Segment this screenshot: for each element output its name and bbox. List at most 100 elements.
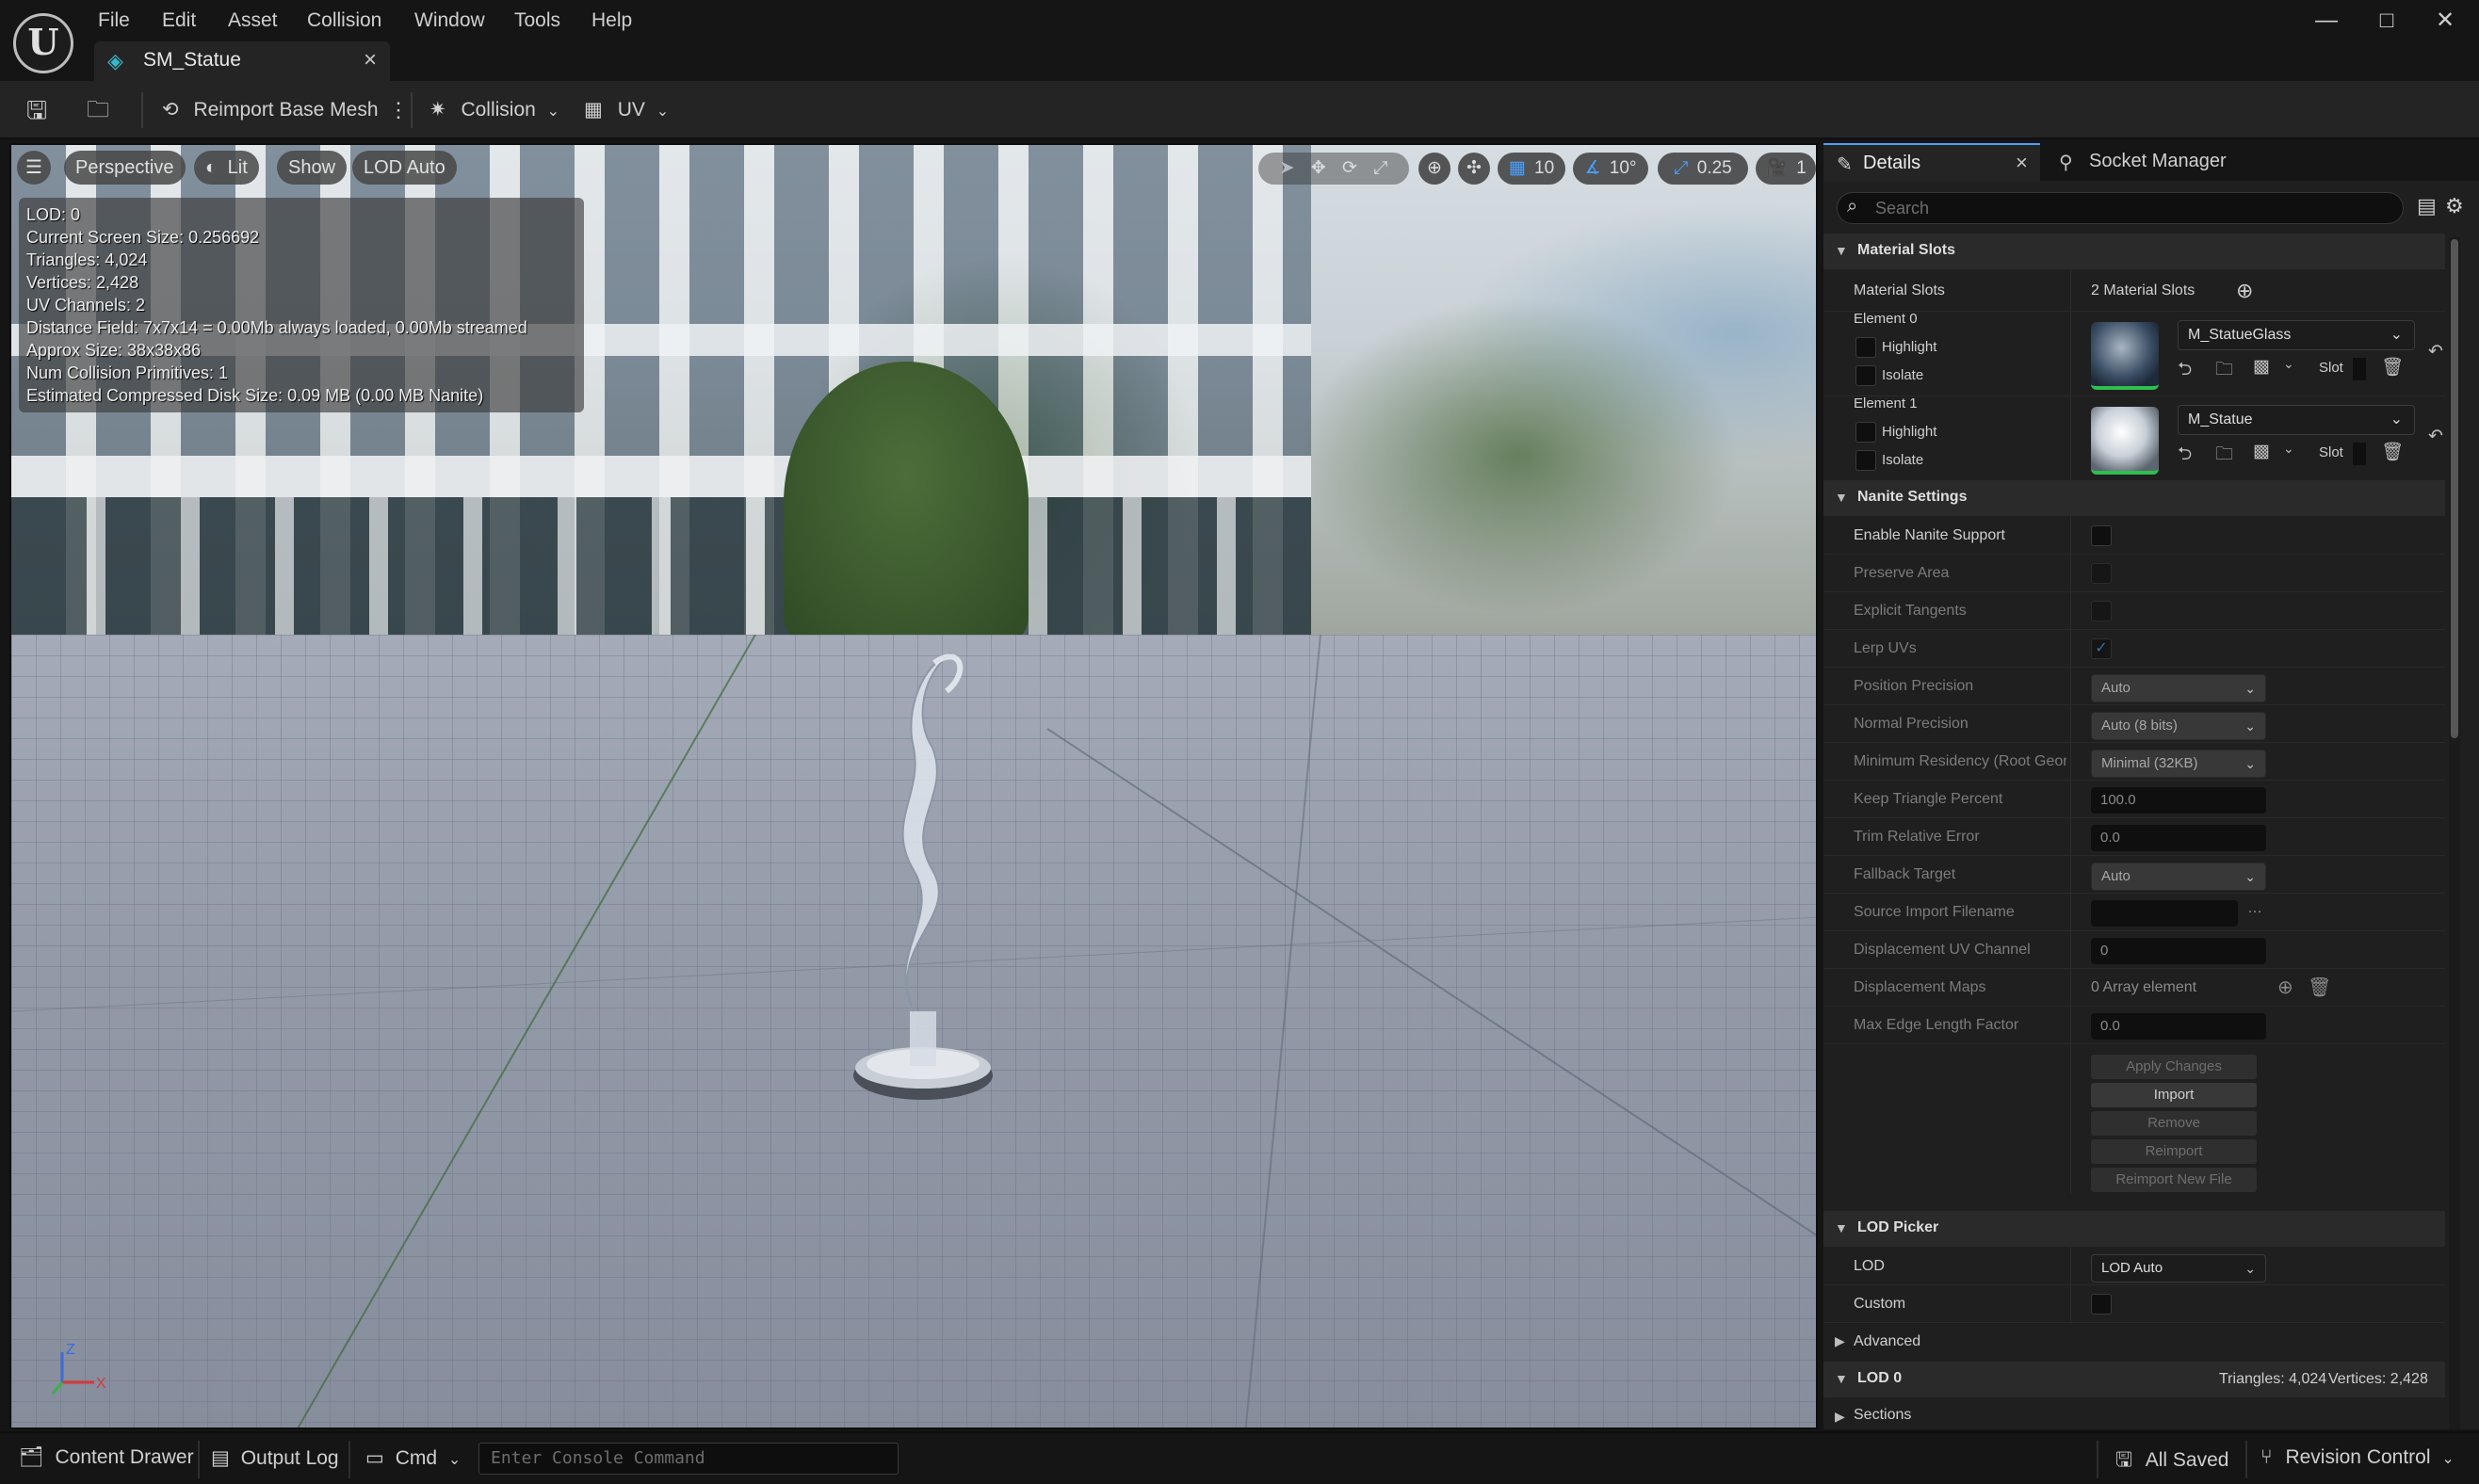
scale-snap-toggle[interactable]: ⤢ 0.25 xyxy=(1658,153,1748,185)
content-drawer-button[interactable]: 🗂 Content Drawer xyxy=(19,1446,194,1469)
menu-edit[interactable]: Edit xyxy=(162,6,196,36)
normal-precision-dropdown[interactable]: Auto (8 bits) ⌄ xyxy=(2091,712,2266,740)
material-thumbnail[interactable] xyxy=(2091,322,2159,390)
unreal-logo-icon[interactable]: U xyxy=(13,13,73,73)
enable-nanite-checkbox[interactable] xyxy=(2091,525,2112,546)
rotation-snap-toggle[interactable]: ∡ 10° xyxy=(1573,153,1648,185)
browse-file-icon[interactable]: … xyxy=(2247,900,2262,917)
category-nanite-settings[interactable]: ▼ Nanite Settings xyxy=(1823,480,2445,516)
expand-arrow-icon[interactable]: ▶ xyxy=(1835,1333,1845,1349)
fallback-target-dropdown[interactable]: Auto ⌄ xyxy=(2091,863,2266,891)
chevron-down-icon[interactable]: ⌄ xyxy=(2283,356,2294,372)
position-precision-dropdown[interactable]: Auto ⌄ xyxy=(2091,674,2266,702)
details-search-input[interactable]: ⌕ Search xyxy=(1837,192,2404,224)
category-lod-picker[interactable]: ▼ LOD Picker xyxy=(1823,1211,2445,1247)
delete-slot-icon[interactable]: 🗑 xyxy=(2381,441,2404,463)
close-window-button[interactable]: ✕ xyxy=(2417,4,2473,38)
world-local-icon[interactable]: ⊕ xyxy=(1418,153,1450,185)
grid-snap-toggle[interactable]: ▦ 10 xyxy=(1498,153,1565,185)
reset-icon[interactable]: ↶ xyxy=(2428,341,2443,363)
save-icon[interactable]: 🖫 xyxy=(26,94,47,126)
show-button[interactable]: Show xyxy=(277,151,348,185)
collision-dropdown[interactable]: ✷ Collision ⌄ xyxy=(429,94,559,126)
material-thumbnail[interactable] xyxy=(2091,407,2159,475)
perspective-button[interactable]: Perspective xyxy=(64,151,186,185)
menu-tools[interactable]: Tools xyxy=(514,6,560,36)
tab-socket-manager[interactable]: ⚲ Socket Manager xyxy=(2059,143,2266,181)
reimport-new-file-button[interactable]: Reimport New File xyxy=(2091,1168,2257,1192)
material-picker[interactable]: M_StatueGlass ⌄ xyxy=(2178,320,2415,350)
lit-button[interactable]: ◐ Lit xyxy=(194,151,259,185)
cmd-dropdown[interactable]: ▭ Cmd ⌄ xyxy=(365,1446,461,1470)
uv-dropdown[interactable]: ▦ UV ⌄ xyxy=(584,94,669,126)
viewport[interactable]: ☰ Perspective ◐ Lit Show LOD Auto ➤ ✥ ⟳ … xyxy=(9,143,1818,1429)
tab-details[interactable]: ✎ Details × xyxy=(1823,143,2040,181)
surface-snap-icon[interactable]: ✣ xyxy=(1458,153,1490,185)
category-lod-0[interactable]: ▼ LOD 0 Triangles: 4,024 Vertices: 2,428 xyxy=(1823,1362,2445,1397)
slot-name-field[interactable] xyxy=(2353,358,2366,380)
delete-slot-icon[interactable]: 🗑 xyxy=(2381,356,2404,379)
trim-relative-error-field[interactable]: 0.0 xyxy=(2091,825,2266,851)
minimum-residency-dropdown[interactable]: Minimal (32KB) ⌄ xyxy=(2091,750,2266,778)
menu-window[interactable]: Window xyxy=(414,6,485,36)
material-options-icon[interactable]: ▩ xyxy=(2253,356,2270,378)
lerp-uvs-checkbox[interactable]: ✓ xyxy=(2091,638,2112,659)
source-import-filename-field[interactable] xyxy=(2091,900,2238,927)
more-options-icon[interactable]: ⋮ xyxy=(388,94,409,126)
highlight-checkbox[interactable] xyxy=(1855,422,1876,443)
displacement-uv-channel-field[interactable]: 0 xyxy=(2091,938,2266,964)
browse-asset-icon[interactable]: 🗀 xyxy=(87,94,109,126)
details-tab-close-icon[interactable]: × xyxy=(2016,151,2028,175)
max-edge-length-factor-field[interactable]: 0.0 xyxy=(2091,1013,2266,1040)
preserve-area-checkbox[interactable] xyxy=(2091,563,2112,584)
select-icon[interactable]: ➤ xyxy=(1280,158,1295,178)
use-selected-icon[interactable]: ⮌ xyxy=(2178,441,2192,471)
camera-speed-button[interactable]: 🎥 1 xyxy=(1756,153,1816,185)
reimport-button[interactable]: Reimport xyxy=(2091,1139,2257,1164)
use-selected-icon[interactable]: ⮌ xyxy=(2178,356,2192,386)
slot-name-field[interactable] xyxy=(2353,443,2366,465)
reimport-base-mesh-button[interactable]: ⟲ Reimport Base Mesh xyxy=(162,94,379,126)
transform-tools[interactable]: ➤ ✥ ⟳ ⤢ xyxy=(1258,153,1409,185)
lod-dropdown[interactable]: LOD Auto ⌄ xyxy=(2091,1254,2266,1282)
minimize-button[interactable]: — xyxy=(2298,4,2355,38)
sections-label[interactable]: Sections xyxy=(1854,1407,1911,1424)
isolate-checkbox[interactable] xyxy=(1855,450,1876,471)
highlight-checkbox[interactable] xyxy=(1855,337,1876,358)
isolate-checkbox[interactable] xyxy=(1855,365,1876,386)
table-view-icon[interactable]: ▤ xyxy=(2417,194,2437,218)
material-picker[interactable]: M_Statue ⌄ xyxy=(2178,405,2415,435)
material-options-icon[interactable]: ▩ xyxy=(2253,441,2270,462)
advanced-label[interactable]: Advanced xyxy=(1854,1333,1920,1350)
expand-arrow-icon[interactable]: ▶ xyxy=(1835,1409,1845,1425)
maximize-button[interactable]: □ xyxy=(2358,4,2415,38)
asset-tab[interactable]: ◈ SM_Statue × xyxy=(94,41,390,81)
apply-changes-button[interactable]: Apply Changes xyxy=(2091,1055,2257,1079)
lod-button[interactable]: LOD Auto xyxy=(352,151,457,185)
output-log-button[interactable]: ▤ Output Log xyxy=(211,1446,339,1470)
menu-help[interactable]: Help xyxy=(591,6,632,36)
clear-elements-icon[interactable]: 🗑 xyxy=(2308,976,2331,999)
tab-close-icon[interactable]: × xyxy=(364,47,377,73)
menu-asset[interactable]: Asset xyxy=(228,6,278,36)
scrollbar-thumb[interactable] xyxy=(2451,239,2458,738)
settings-gear-icon[interactable]: ⚙ xyxy=(2445,194,2464,218)
keep-triangle-percent-field[interactable]: 100.0 xyxy=(2091,787,2266,814)
menu-collision[interactable]: Collision xyxy=(307,6,381,36)
explicit-tangents-checkbox[interactable] xyxy=(2091,601,2112,621)
browse-icon[interactable]: 🗀 xyxy=(2215,356,2233,386)
revision-control-button[interactable]: ⑂ Revision Control ⌄ xyxy=(2260,1446,2455,1469)
browse-icon[interactable]: 🗀 xyxy=(2215,441,2233,471)
add-element-icon[interactable]: ⊕ xyxy=(2277,976,2293,999)
viewport-menu-icon[interactable]: ☰ xyxy=(17,151,51,185)
translate-icon[interactable]: ✥ xyxy=(1311,158,1326,178)
add-slot-icon[interactable]: ⊕ xyxy=(2236,279,2253,303)
reset-icon[interactable]: ↶ xyxy=(2428,426,2443,447)
import-button[interactable]: Import xyxy=(2091,1083,2257,1107)
chevron-down-icon[interactable]: ⌄ xyxy=(2283,441,2294,457)
custom-checkbox[interactable] xyxy=(2091,1294,2112,1315)
category-material-slots[interactable]: ▼ Material Slots xyxy=(1823,234,2445,269)
menu-file[interactable]: File xyxy=(98,6,130,36)
remove-button[interactable]: Remove xyxy=(2091,1111,2257,1136)
rotate-icon[interactable]: ⟳ xyxy=(1342,158,1357,178)
